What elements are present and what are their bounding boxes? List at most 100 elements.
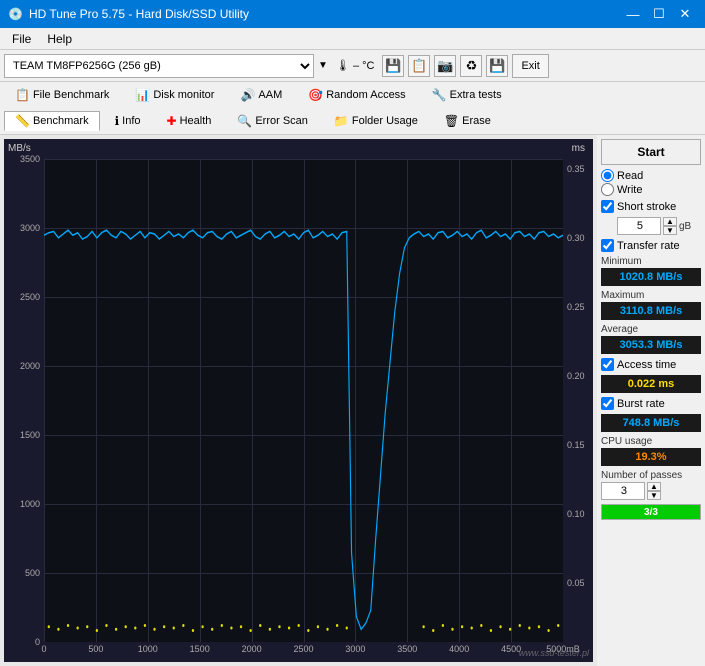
short-stroke-value-input[interactable] bbox=[617, 217, 661, 235]
passes-section: Number of passes ▲ ▼ bbox=[601, 470, 701, 500]
cpu-usage-value: 19.3% bbox=[601, 448, 701, 466]
random-access-icon: 🎯 bbox=[308, 88, 323, 102]
aam-icon: 🔊 bbox=[240, 88, 255, 102]
passes-label: Number of passes bbox=[601, 470, 701, 481]
tab-file-benchmark[interactable]: 📋 File Benchmark bbox=[4, 85, 120, 105]
short-stroke-down[interactable]: ▼ bbox=[663, 226, 677, 235]
maximum-value: 3110.8 MB/s bbox=[601, 302, 701, 320]
erase-icon: 🗑 bbox=[444, 114, 459, 128]
tab-erase[interactable]: 🗑 Erase bbox=[433, 111, 502, 131]
temp-display: 🌡 – °C bbox=[332, 59, 379, 72]
tab-error-scan[interactable]: 🔍 Error Scan bbox=[226, 111, 319, 131]
x-label-3500: 3500 bbox=[397, 644, 417, 654]
tab-health[interactable]: ✚ Health bbox=[156, 111, 223, 131]
tab-random-access[interactable]: 🎯 Random Access bbox=[297, 85, 416, 105]
y-label-1000: 1000 bbox=[20, 499, 40, 509]
x-label-1500: 1500 bbox=[190, 644, 210, 654]
tabs-row-1: 📋 File Benchmark 📊 Disk monitor 🔊 AAM 🎯 … bbox=[0, 82, 705, 108]
transfer-rate-input[interactable] bbox=[601, 239, 614, 252]
y-label-0: 0 bbox=[35, 637, 40, 647]
passes-input-row: ▲ ▼ bbox=[601, 482, 701, 500]
toolbar-icon-2[interactable]: 📋 bbox=[408, 55, 430, 77]
main-content: MB/s ms 3500 3000 2500 2000 1500 1000 50… bbox=[0, 135, 705, 666]
x-axis: 0 500 1000 1500 2000 2500 3000 3500 4000… bbox=[44, 644, 563, 660]
maximum-section: Maximum 3110.8 MB/s bbox=[601, 290, 701, 320]
burst-rate-checkbox[interactable]: Burst rate bbox=[601, 397, 701, 410]
extra-tests-icon: 🔧 bbox=[432, 88, 447, 102]
y-label-500: 500 bbox=[25, 568, 40, 578]
access-time-dots bbox=[48, 624, 560, 632]
drive-select[interactable]: TEAM TM8FP6256G (256 gB) bbox=[4, 54, 314, 78]
average-value: 3053.3 MB/s bbox=[601, 336, 701, 354]
exit-button[interactable]: Exit bbox=[512, 54, 548, 78]
burst-rate-value: 748.8 MB/s bbox=[601, 414, 701, 432]
progress-text: 3/3 bbox=[602, 505, 700, 519]
maximize-button[interactable]: ☐ bbox=[647, 4, 671, 24]
minimize-button[interactable]: — bbox=[621, 4, 645, 24]
start-button[interactable]: Start bbox=[601, 139, 701, 165]
radio-write[interactable]: Write bbox=[601, 183, 701, 196]
app-icon: 💿 bbox=[8, 7, 23, 21]
dropdown-arrow-icon: ▼ bbox=[318, 60, 328, 71]
short-stroke-input-row: ▲ ▼ gB bbox=[617, 217, 701, 235]
y-label-3000: 3000 bbox=[20, 223, 40, 233]
x-label-500: 500 bbox=[88, 644, 103, 654]
x-label-4000: 4000 bbox=[449, 644, 469, 654]
minimum-value: 1020.8 MB/s bbox=[601, 268, 701, 286]
chart-area: MB/s ms 3500 3000 2500 2000 1500 1000 50… bbox=[4, 139, 593, 662]
tab-disk-monitor[interactable]: 📊 Disk monitor bbox=[124, 85, 225, 105]
radio-write-input[interactable] bbox=[601, 183, 614, 196]
title-bar: 💿 HD Tune Pro 5.75 - Hard Disk/SSD Utili… bbox=[0, 0, 705, 28]
transfer-rate-checkbox[interactable]: Transfer rate bbox=[601, 239, 701, 252]
passes-value-input[interactable] bbox=[601, 482, 645, 500]
access-time-input[interactable] bbox=[601, 358, 614, 371]
x-label-2000: 2000 bbox=[242, 644, 262, 654]
right-panel: Start Read Write Short stroke ▲ ▼ gB bbox=[597, 135, 705, 666]
y-label-r-010: 0.10 bbox=[567, 509, 585, 519]
passes-up[interactable]: ▲ bbox=[647, 482, 661, 491]
radio-read-input[interactable] bbox=[601, 169, 614, 182]
radio-read[interactable]: Read bbox=[601, 169, 701, 182]
short-stroke-input[interactable] bbox=[601, 200, 614, 213]
toolbar-icon-1[interactable]: 💾 bbox=[382, 55, 404, 77]
benchmark-icon: 📏 bbox=[15, 114, 30, 128]
tab-info[interactable]: ℹ Info bbox=[104, 111, 152, 131]
toolbar-icon-5[interactable]: 💾 bbox=[486, 55, 508, 77]
minimum-label: Minimum bbox=[601, 256, 701, 267]
short-stroke-checkbox[interactable]: Short stroke bbox=[601, 200, 701, 213]
average-section: Average 3053.3 MB/s bbox=[601, 324, 701, 354]
x-label-0: 0 bbox=[41, 644, 46, 654]
toolbar-icon-3[interactable]: 📷 bbox=[434, 55, 456, 77]
tabs-container: 📋 File Benchmark 📊 Disk monitor 🔊 AAM 🎯 … bbox=[0, 82, 705, 135]
folder-usage-icon: 📁 bbox=[334, 114, 349, 128]
short-stroke-unit: gB bbox=[679, 221, 691, 232]
burst-rate-input[interactable] bbox=[601, 397, 614, 410]
close-button[interactable]: ✕ bbox=[673, 4, 697, 24]
y-label-1500: 1500 bbox=[20, 430, 40, 440]
short-stroke-spin: ▲ ▼ bbox=[663, 217, 677, 235]
error-scan-icon: 🔍 bbox=[237, 114, 252, 128]
y-label-r-030: 0.30 bbox=[567, 233, 585, 243]
tab-aam[interactable]: 🔊 AAM bbox=[229, 85, 293, 105]
burst-rate-section: 748.8 MB/s bbox=[601, 414, 701, 432]
chart-label-mbs: MB/s bbox=[8, 143, 31, 154]
y-label-r-025: 0.25 bbox=[567, 302, 585, 312]
info-icon: ℹ bbox=[115, 114, 120, 128]
cpu-usage-section: CPU usage 19.3% bbox=[601, 436, 701, 466]
toolbar-icon-4[interactable]: ♻ bbox=[460, 55, 482, 77]
y-label-r-005: 0.05 bbox=[567, 578, 585, 588]
access-time-checkbox[interactable]: Access time bbox=[601, 358, 701, 371]
average-label: Average bbox=[601, 324, 701, 335]
menu-help[interactable]: Help bbox=[39, 30, 80, 48]
tab-extra-tests[interactable]: 🔧 Extra tests bbox=[421, 85, 513, 105]
short-stroke-up[interactable]: ▲ bbox=[663, 217, 677, 226]
tabs-row-2: 📏 Benchmark ℹ Info ✚ Health 🔍 Error Scan… bbox=[0, 108, 705, 134]
passes-down[interactable]: ▼ bbox=[647, 491, 661, 500]
minimum-section: Minimum 1020.8 MB/s bbox=[601, 256, 701, 286]
tab-folder-usage[interactable]: 📁 Folder Usage bbox=[323, 111, 429, 131]
menu-file[interactable]: File bbox=[4, 30, 39, 48]
maximum-label: Maximum bbox=[601, 290, 701, 301]
tab-benchmark[interactable]: 📏 Benchmark bbox=[4, 111, 100, 131]
menu-bar: File Help bbox=[0, 28, 705, 50]
progress-bar: 3/3 bbox=[601, 504, 701, 520]
